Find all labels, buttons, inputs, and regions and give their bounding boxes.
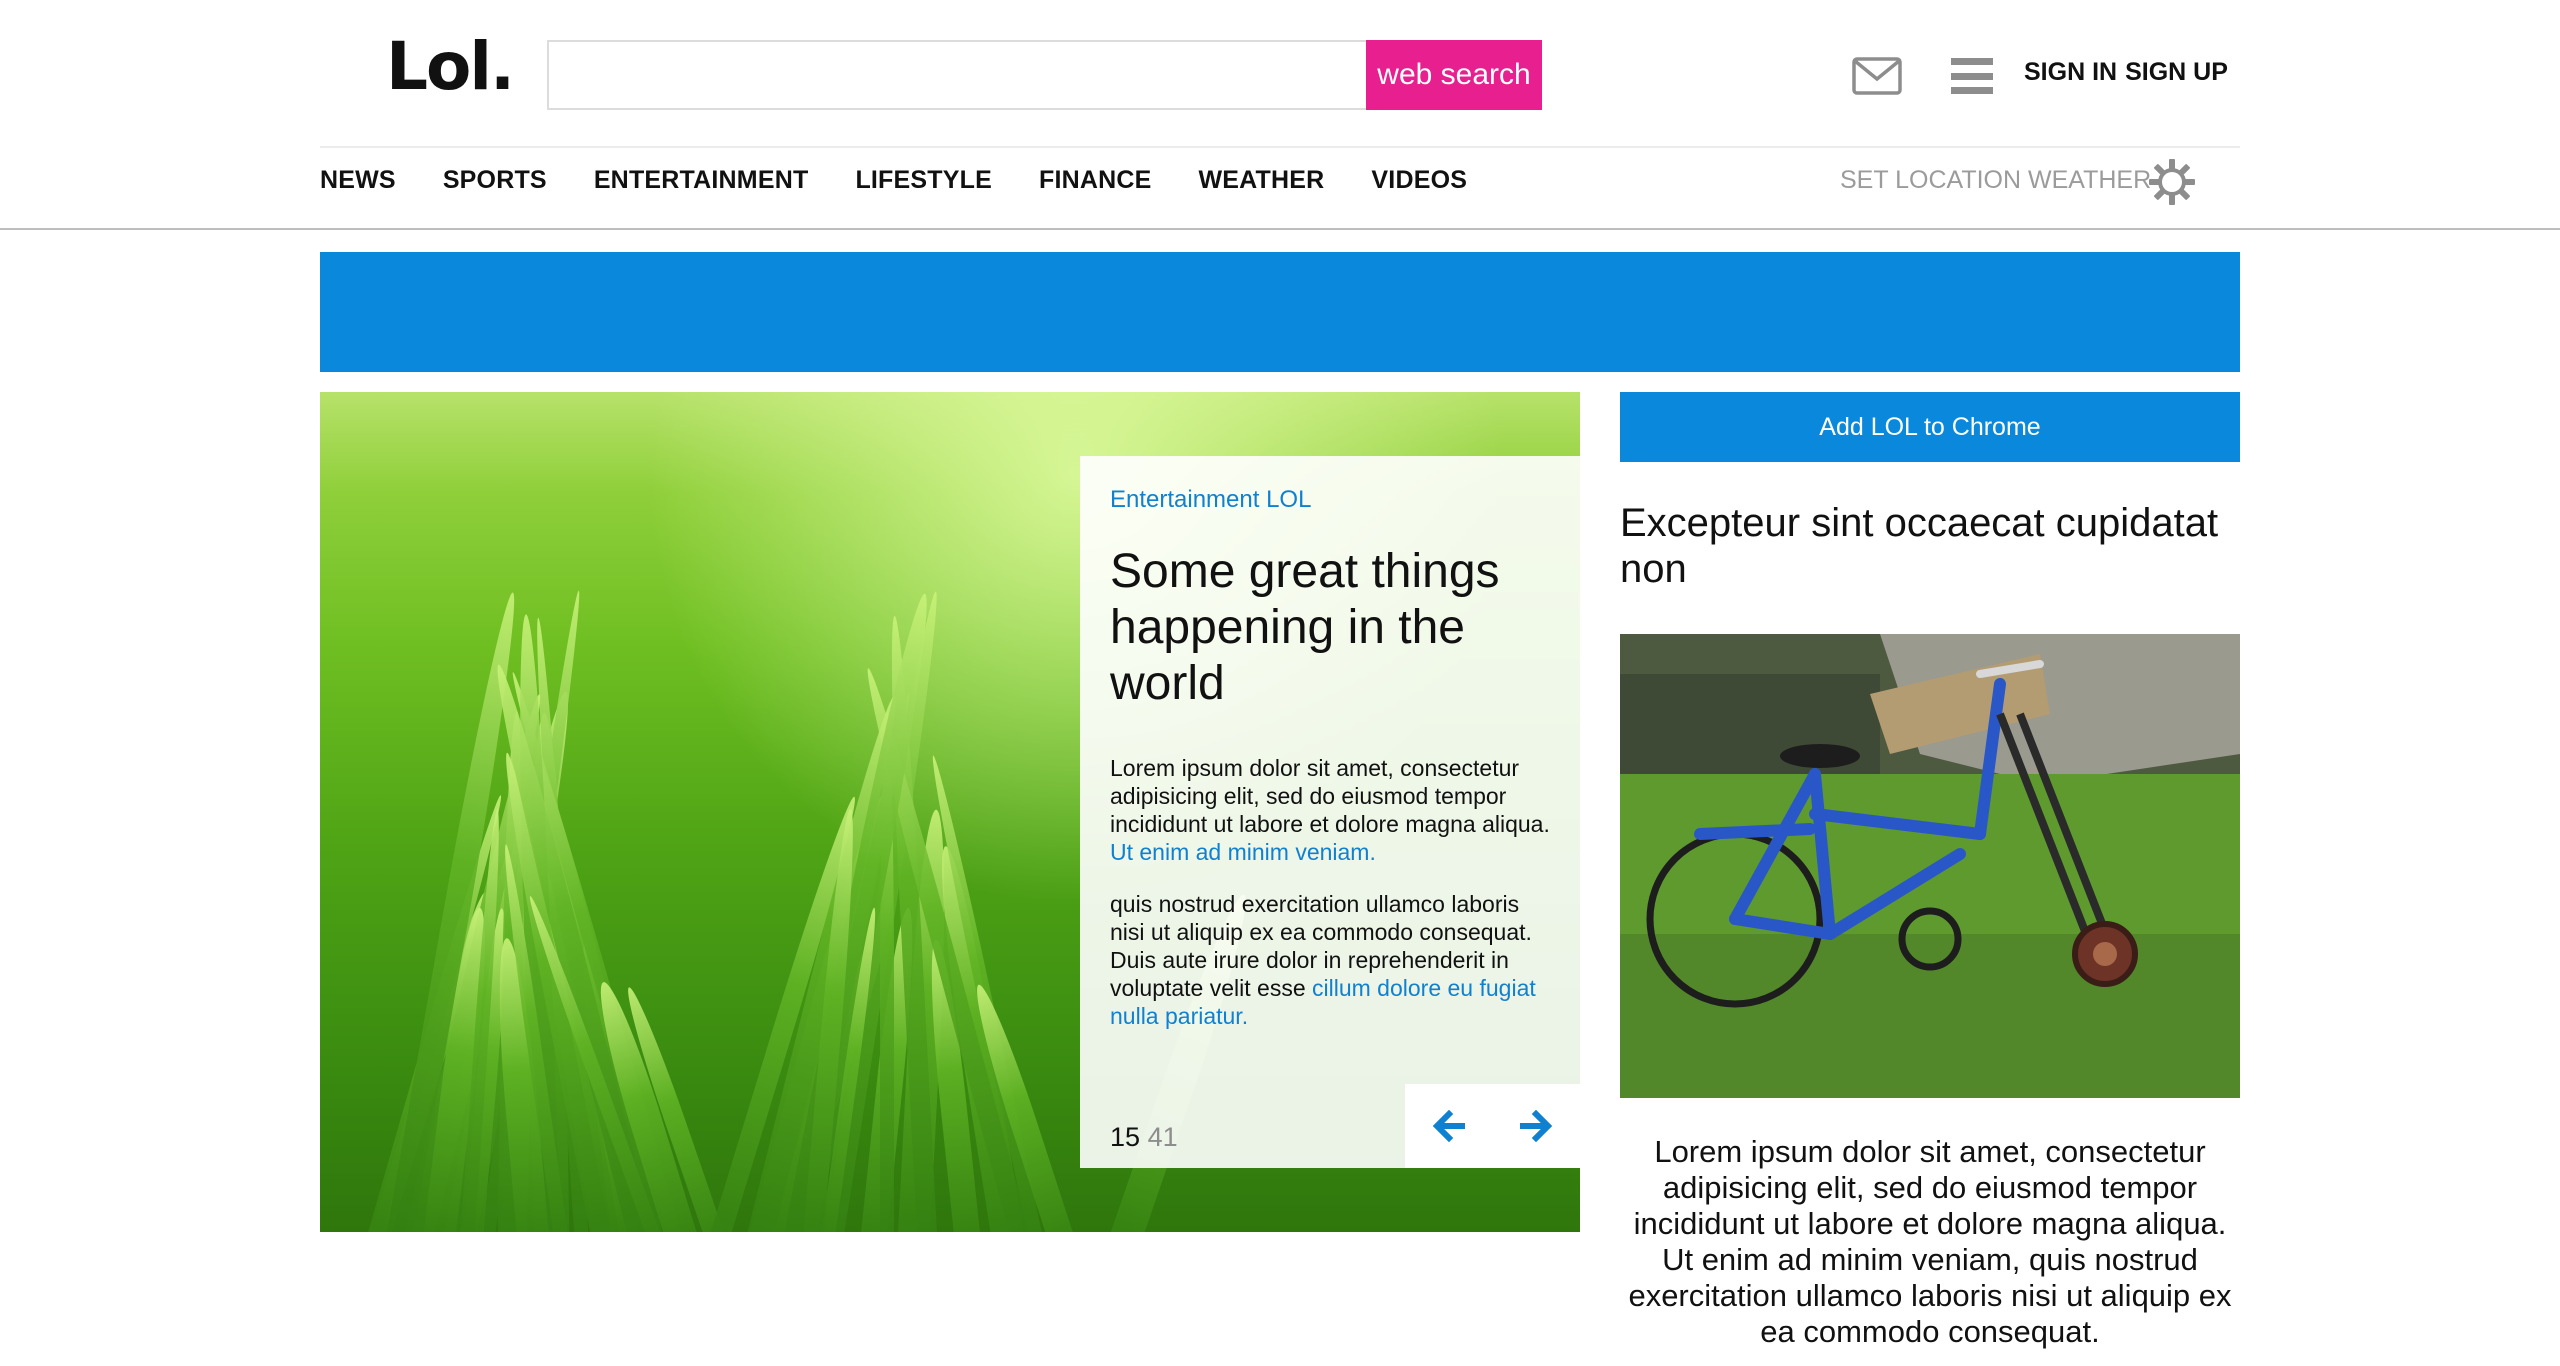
set-location-weather-link[interactable]: SET LOCATION WEATHER [1840,166,2151,195]
slide-counter-current: 15 [1110,1122,1141,1152]
site-header: Lol. web search SIGN IN SIGN UP NEWS SPO… [0,0,2560,230]
nav-item-lifestyle[interactable]: LIFESTYLE [855,166,992,195]
slide-counter-total: 41 [1147,1122,1178,1152]
search-field[interactable] [547,40,1367,110]
arrow-left-icon [1432,1110,1465,1142]
main-nav: NEWS SPORTS ENTERTAINMENT LIFESTYLE FINA… [320,166,1514,195]
header-divider [320,146,2240,148]
next-slide-button[interactable] [1514,1104,1558,1148]
nav-item-entertainment[interactable]: ENTERTAINMENT [594,166,809,195]
grass-blade [320,987,334,1232]
nav-item-sports[interactable]: SPORTS [443,166,547,195]
menu-icon-bar [1951,87,1993,94]
ad-banner[interactable] [320,252,2240,372]
sign-in-link[interactable]: SIGN IN [2024,58,2117,87]
side-article-title[interactable]: Excepteur sint occaecat cupidatat non [1620,500,2240,592]
gear-icon[interactable] [2148,158,2196,206]
nav-item-videos[interactable]: VIDEOS [1371,166,1467,195]
hero-paragraph-2: quis nostrud exercitation ullamco labori… [1110,890,1550,1030]
sign-up-link[interactable]: SIGN UP [2125,58,2228,87]
slide-counter: 15 41 [1110,1122,1178,1153]
auth-links: SIGN IN SIGN UP [2024,58,2228,87]
hero-paragraph-1-text: Lorem ipsum dolor sit amet, consectetur … [1110,755,1550,837]
add-to-chrome-button[interactable]: Add LOL to Chrome [1620,392,2240,462]
hero-title[interactable]: Some great things happening in the world [1110,544,1550,712]
nav-item-finance[interactable]: FINANCE [1039,166,1152,195]
search-input[interactable] [549,42,1367,108]
nav-item-weather[interactable]: WEATHER [1198,166,1324,195]
web-search-button[interactable]: web search [1366,40,1542,110]
prev-slide-button[interactable] [1427,1104,1471,1148]
bicycle-image[interactable] [1620,634,2240,1098]
menu-icon[interactable] [1951,58,1993,94]
hero-category-link[interactable]: Entertainment LOL [1110,486,1311,514]
site-logo[interactable]: Lol. [386,34,515,100]
menu-icon-bar [1951,58,1993,65]
hero-paragraph-1: Lorem ipsum dolor sit amet, consectetur … [1110,754,1550,866]
side-article-text: Lorem ipsum dolor sit amet, consectetur … [1628,1134,2232,1349]
hero-carousel[interactable]: Entertainment LOL Some great things happ… [320,392,1580,1232]
carousel-controls [1405,1084,1580,1168]
hero-paragraph-1-link[interactable]: Ut enim ad minim veniam. [1110,839,1376,865]
hero-card: Entertainment LOL Some great things happ… [1080,456,1580,1168]
arrow-right-icon [1520,1110,1553,1142]
nav-item-news[interactable]: NEWS [320,166,396,195]
menu-icon-bar [1951,72,1993,80]
mail-icon[interactable] [1852,57,1902,95]
bicycle-illustration [1620,634,2240,1098]
